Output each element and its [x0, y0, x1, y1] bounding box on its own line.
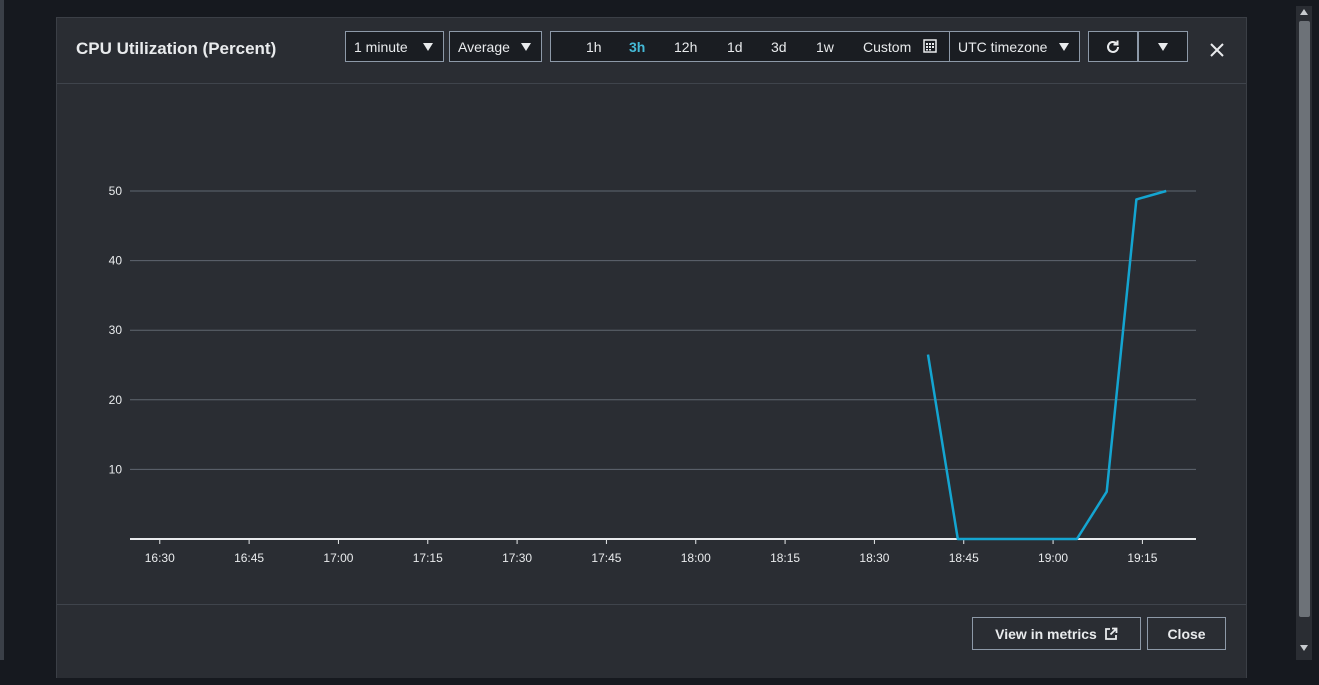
range-3h[interactable]: 3h	[629, 39, 645, 55]
statistic-select[interactable]: Average	[449, 31, 542, 62]
range-custom[interactable]: Custom	[863, 39, 911, 55]
range-12h[interactable]: 12h	[674, 39, 697, 55]
x-tick-label: 18:00	[681, 551, 711, 565]
y-tick-label: 10	[109, 462, 123, 476]
range-1h[interactable]: 1h	[586, 39, 602, 55]
scroll-up-arrow-icon[interactable]	[1300, 9, 1308, 15]
refresh-button[interactable]	[1088, 31, 1138, 62]
view-in-metrics-label: View in metrics	[995, 625, 1097, 642]
time-range-selector: 1h 3h 12h 1d 3d 1w Custom UTC timezone	[550, 31, 1080, 62]
y-tick-label: 50	[109, 184, 123, 198]
close-icon[interactable]	[1207, 40, 1227, 60]
range-divider	[949, 31, 950, 62]
x-tick-label: 16:30	[145, 551, 175, 565]
backdrop-edge	[0, 0, 4, 660]
y-tick-label: 20	[109, 393, 123, 407]
period-value: 1 minute	[354, 38, 408, 55]
close-button[interactable]: Close	[1147, 617, 1226, 650]
caret-down-icon	[1059, 43, 1069, 51]
scroll-down-arrow-icon[interactable]	[1300, 645, 1308, 651]
x-tick-label: 17:30	[502, 551, 532, 565]
x-tick-label: 19:00	[1038, 551, 1068, 565]
refresh-icon	[1107, 40, 1119, 53]
range-1d[interactable]: 1d	[727, 39, 743, 55]
statistic-value: Average	[458, 38, 510, 55]
x-tick-label: 17:15	[413, 551, 443, 565]
period-select[interactable]: 1 minute	[345, 31, 444, 62]
caret-down-icon	[1158, 42, 1168, 51]
calendar-icon[interactable]	[923, 39, 937, 53]
cpu-utilization-modal: CPU Utilization (Percent) 1 minute Avera…	[56, 17, 1247, 678]
modal-title: CPU Utilization (Percent)	[76, 39, 277, 58]
scrollbar-thumb[interactable]	[1299, 21, 1310, 617]
view-in-metrics-button[interactable]: View in metrics	[972, 617, 1141, 650]
cpu-line-chart: 10 20 30 40 50 16:30 16:45 17:00 17:15 17:30 17:4…	[109, 184, 1196, 565]
y-tick-label: 40	[109, 254, 123, 268]
x-tick-label: 17:00	[323, 551, 353, 565]
timezone-value: UTC timezone	[958, 39, 1048, 55]
x-tick-label: 18:15	[770, 551, 800, 565]
external-link-icon	[1104, 627, 1118, 640]
modal-footer: View in metrics Close	[57, 604, 1246, 685]
x-tick-label: 17:45	[591, 551, 621, 565]
range-3d[interactable]: 3d	[771, 39, 787, 55]
x-tick-label: 16:45	[234, 551, 264, 565]
caret-down-icon	[423, 43, 433, 51]
x-tick-label: 18:45	[949, 551, 979, 565]
y-tick-label: 30	[109, 323, 123, 337]
range-1w[interactable]: 1w	[816, 39, 834, 55]
x-tick-label: 18:30	[859, 551, 889, 565]
close-button-label: Close	[1167, 625, 1206, 642]
caret-down-icon	[521, 43, 531, 51]
more-actions-button[interactable]	[1138, 31, 1188, 62]
modal-header: CPU Utilization (Percent) 1 minute Avera…	[57, 18, 1246, 84]
x-tick-label: 19:15	[1127, 551, 1157, 565]
series-line-cpu	[926, 189, 1167, 541]
